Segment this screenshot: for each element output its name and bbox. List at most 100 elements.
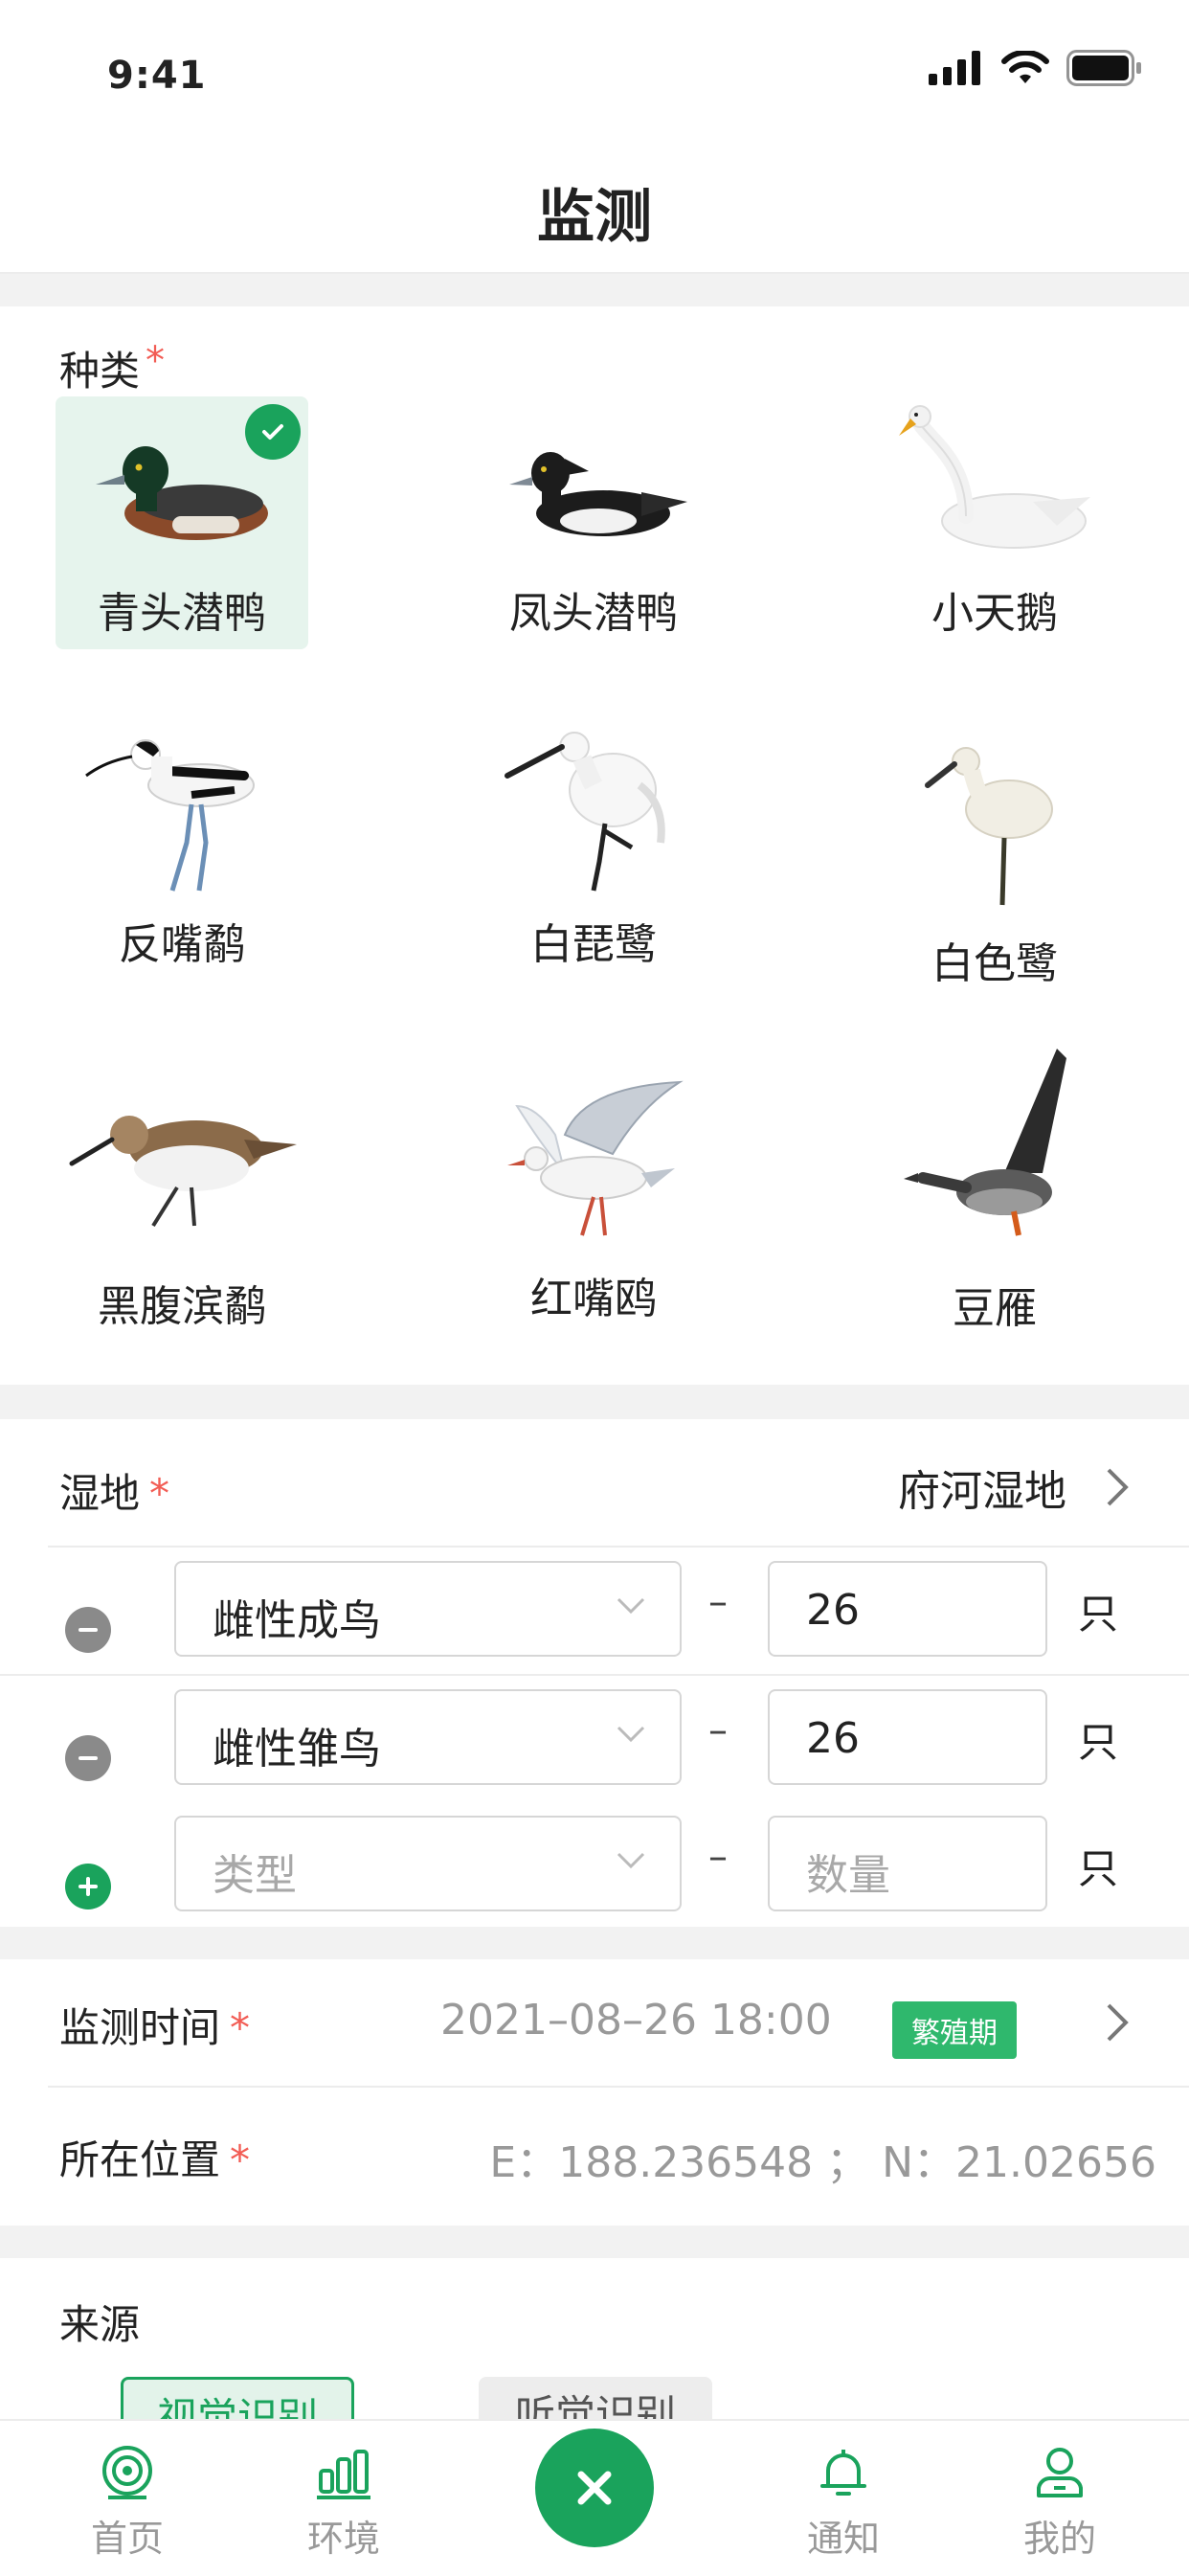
time-location-section: 监测时间 * 2021–08–26 18:00 繁殖期 所在位置 * E：188.2…: [0, 1959, 1189, 2226]
required-mark: *: [230, 2136, 251, 2183]
species-card-4[interactable]: 白琵鹭: [467, 718, 720, 971]
nav-bar: 监测: [0, 134, 1189, 274]
tab-notifications[interactable]: 通知: [772, 2442, 915, 2562]
species-card-6[interactable]: 黑腹滨鹬: [56, 1073, 308, 1331]
species-name: 白色鹭: [931, 939, 1058, 988]
remove-row-button[interactable]: [65, 1607, 111, 1653]
source-label: 来源: [59, 2301, 141, 2348]
species-card-3[interactable]: 反嘴鹬: [56, 718, 308, 971]
add-row-button[interactable]: [65, 1864, 111, 1909]
monitor-time-value: 2021–08–26 18:00: [440, 1996, 832, 2045]
spoonbill-icon: [868, 728, 1121, 910]
battery-icon: [1066, 50, 1141, 86]
location-label: 所在位置 *: [59, 2128, 250, 2186]
monitor-time-select[interactable]: 2021–08–26 18:00 繁殖期: [421, 1988, 1132, 2059]
bell-icon: [772, 2442, 915, 2503]
species-card-2[interactable]: 小天鹅: [868, 396, 1121, 649]
swan-icon: [868, 396, 1121, 559]
chevron-down-icon: [617, 1726, 645, 1743]
dash: –: [708, 1580, 728, 1624]
chevron-right-icon: [1107, 2003, 1129, 2042]
chevron-right-icon: [1107, 1468, 1129, 1506]
status-icons: [929, 50, 1143, 86]
species-name: 青头潜鸭: [98, 589, 266, 638]
species-name: 凤头潜鸭: [509, 589, 678, 638]
type-value: 雌性成鸟: [213, 1596, 381, 1645]
species-section: 种类 * 青头潜鸭 凤头潜鸭 小天鹅 反嘴鹬 白琵鹭 白色鹭 黑腹滨鹬 红嘴鸥 …: [0, 306, 1189, 1385]
required-mark: *: [230, 2004, 251, 2051]
plus-icon: [79, 1877, 98, 1896]
page-title: 监测: [537, 184, 652, 251]
bar-chart-icon: [272, 2442, 415, 2503]
wifi-icon: [1001, 51, 1049, 83]
type-value: 雌性雏鸟: [213, 1725, 381, 1774]
type-select[interactable]: 雌性雏鸟: [174, 1689, 682, 1785]
tab-label: 首页: [90, 2518, 164, 2560]
count-input[interactable]: 26: [768, 1561, 1047, 1657]
tab-environment[interactable]: 环境: [272, 2442, 415, 2562]
species-label: 种类 *: [59, 339, 165, 397]
species-card-7[interactable]: 红嘴鸥: [467, 1073, 720, 1325]
divider: [0, 1674, 1189, 1676]
species-name: 黑腹滨鹬: [98, 1282, 266, 1331]
unit-label: 只: [1078, 1845, 1119, 1892]
status-bar: 9:41: [0, 0, 1189, 134]
species-card-5[interactable]: 白色鹭: [868, 718, 1121, 988]
tab-home[interactable]: 首页: [56, 2442, 199, 2562]
status-time: 9:41: [107, 54, 207, 98]
species-card-0[interactable]: 青头潜鸭: [56, 396, 308, 649]
signal-icon: [929, 51, 980, 85]
count-placeholder: 数量: [806, 1851, 890, 1900]
type-select[interactable]: 类型: [174, 1816, 682, 1911]
species-name: 小天鹅: [931, 589, 1058, 638]
season-badge: 繁殖期: [892, 2001, 1017, 2059]
tab-label: 通知: [806, 2518, 880, 2560]
dash: –: [708, 1708, 728, 1752]
species-name: 反嘴鹬: [119, 920, 245, 969]
remove-row-button[interactable]: [65, 1735, 111, 1781]
center-action-button[interactable]: [535, 2429, 654, 2547]
chevron-down-icon: [617, 1852, 645, 1869]
tab-profile[interactable]: 我的: [988, 2442, 1132, 2562]
tab-label: 环境: [306, 2518, 380, 2560]
sandpiper-icon: [56, 1082, 308, 1245]
divider: [48, 2086, 1189, 2088]
spoonbill-icon: [467, 718, 720, 900]
minus-icon: [79, 1628, 98, 1632]
type-select[interactable]: 雌性成鸟: [174, 1561, 682, 1657]
source-section: 来源 视觉识别 听觉识别: [0, 2258, 1189, 2453]
type-placeholder: 类型: [213, 1851, 297, 1900]
species-label-text: 种类: [59, 348, 141, 395]
wetland-value: 府河湿地: [898, 1467, 1066, 1516]
tab-label: 我的: [1022, 2518, 1096, 2560]
unit-label: 只: [1078, 1591, 1119, 1638]
count-input[interactable]: 数量: [768, 1816, 1047, 1911]
count-input[interactable]: 26: [768, 1689, 1047, 1785]
count-value: 26: [806, 1586, 860, 1635]
minus-icon: [79, 1756, 98, 1760]
species-name: 红嘴鸥: [530, 1275, 657, 1323]
gull-icon: [467, 1068, 720, 1259]
species-name: 白琵鹭: [530, 920, 657, 969]
monitor-time-label: 监测时间 *: [59, 1996, 250, 2054]
monitor-time-label-text: 监测时间: [59, 2004, 221, 2051]
species-card-1[interactable]: 凤头潜鸭: [467, 396, 720, 649]
duck-icon: [467, 406, 720, 569]
location-label-text: 所在位置: [59, 2136, 221, 2183]
duck-icon: [56, 406, 308, 569]
required-mark: *: [146, 339, 166, 383]
divider: [48, 1546, 1189, 1548]
user-icon: [988, 2442, 1132, 2503]
species-name: 豆雁: [953, 1284, 1037, 1333]
dash: –: [708, 1835, 728, 1879]
wetland-select[interactable]: 府河湿地: [898, 1454, 1132, 1521]
species-card-8[interactable]: 豆雁: [868, 1049, 1121, 1333]
chevron-down-icon: [617, 1597, 645, 1615]
goose-icon: [868, 1034, 1121, 1245]
count-value: 26: [806, 1714, 860, 1763]
wetland-section: 湿地 * 府河湿地 雌性成鸟 – 26 只 雌性雏鸟 – 26 只 类型 – 数量…: [0, 1419, 1189, 1927]
avocet-icon: [56, 718, 308, 900]
location-value: E：188.236548 ； N：21.02656: [489, 2138, 1156, 2187]
target-icon: [56, 2442, 199, 2503]
wetland-label-text: 湿地: [59, 1470, 141, 1517]
